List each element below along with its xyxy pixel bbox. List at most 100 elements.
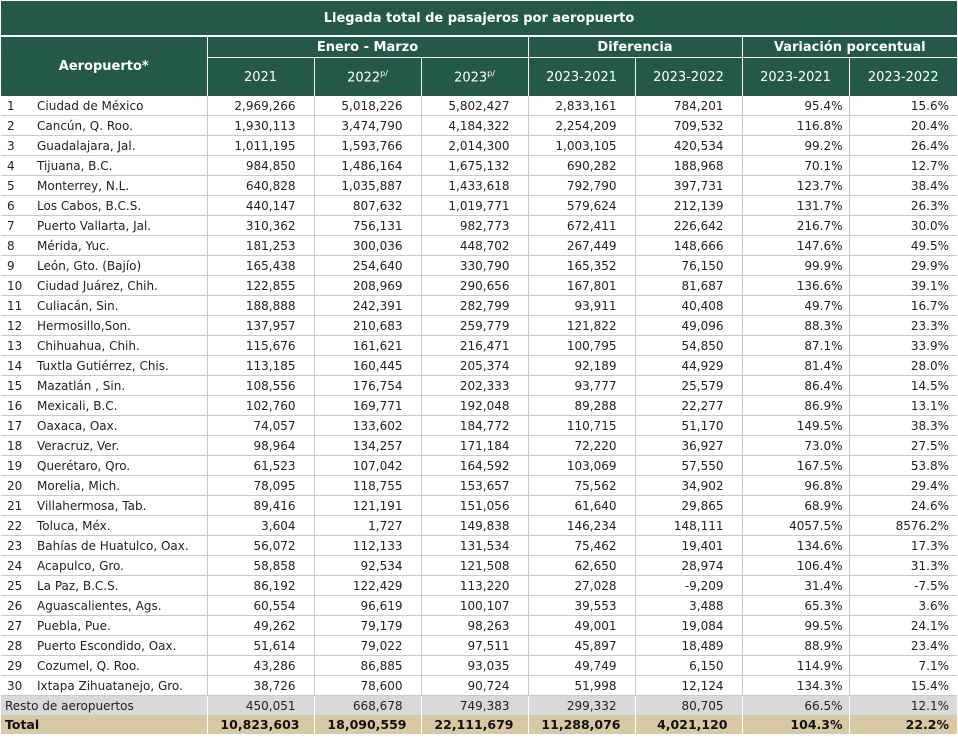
row-2023: 171,184 [420,435,528,456]
row-2023: 149,838 [420,515,528,536]
row-var-2023-2021: 73.0% [741,435,849,456]
row-var-2023-2021: 116.8% [741,115,849,136]
row-rank: 9 [1,255,35,276]
row-2021: 440,147 [206,195,314,216]
row-diff-2023-2021: 2,254,209 [527,115,635,136]
row-var-2023-2022: 53.8% [848,455,958,476]
row-2021: 78,095 [206,475,314,496]
row-diff-2023-2021: 267,449 [527,235,635,256]
row-2021: 98,964 [206,435,314,456]
resto-diff-2023-2022: 80,705 [634,695,742,715]
row-2022: 122,429 [313,575,421,596]
row-2023: 121,508 [420,555,528,576]
row-diff-2023-2021: 672,411 [527,215,635,236]
row-airport: Mérida, Yuc. [35,235,207,256]
row-var-2023-2022: 17.3% [848,535,958,556]
row-airport: Mexicali, B.C. [35,395,207,416]
row-var-2023-2022: 15.4% [848,675,958,696]
row-diff-2023-2022: 19,084 [634,615,742,636]
row-var-2023-2022: 28.0% [848,355,958,376]
row-rank: 29 [1,655,35,676]
row-2022: 78,600 [313,675,421,696]
total-label: Total [1,715,207,734]
row-diff-2023-2022: 40,408 [634,295,742,316]
row-var-2023-2022: 23.3% [848,315,958,336]
row-diff-2023-2021: 165,352 [527,255,635,276]
row-2023: 448,702 [420,235,528,256]
row-diff-2023-2021: 100,795 [527,335,635,356]
total-2021: 10,823,603 [206,715,314,734]
row-2022: 1,727 [313,515,421,536]
row-2022: 134,257 [313,435,421,456]
row-diff-2023-2021: 89,288 [527,395,635,416]
row-diff-2023-2022: 148,666 [634,235,742,256]
table-row: 5 Monterrey, N.L. 640,828 1,035,887 1,433,61… [1,175,958,196]
row-rank: 17 [1,415,35,436]
row-rank: 14 [1,355,35,376]
row-rank: 2 [1,115,35,136]
row-rank: 30 [1,675,35,696]
row-diff-2023-2022: 22,277 [634,395,742,416]
row-airport: Guadalajara, Jal. [35,135,207,156]
row-diff-2023-2022: 36,927 [634,435,742,456]
row-airport: Querétaro, Qro. [35,455,207,476]
row-rank: 15 [1,375,35,396]
row-diff-2023-2021: 93,777 [527,375,635,396]
header-diff-2023-2021: 2023-2021 [527,57,635,96]
row-airport: Bahías de Huatulco, Oax. [35,535,207,556]
row-diff-2023-2022: 49,096 [634,315,742,336]
row-2022: 5,018,226 [313,96,421,116]
table-row: 17 Oaxaca, Oax. 74,057 133,602 184,772 110,71… [1,415,958,436]
row-diff-2023-2021: 39,553 [527,595,635,616]
row-airport: Mazatlán , Sin. [35,375,207,396]
table-row: 19 Querétaro, Qro. 61,523 107,042 164,592 103… [1,455,958,476]
table-row: 10 Ciudad Juárez, Chih. 122,855 208,969 290,… [1,275,958,296]
row-diff-2023-2021: 49,749 [527,655,635,676]
table-row: 13 Chihuahua, Chih. 115,676 161,621 216,471 1… [1,335,958,356]
row-var-2023-2022: -7.5% [848,575,958,596]
table-row: 26 Aguascalientes, Ags. 60,554 96,619 100,10… [1,595,958,616]
total-row: Total 10,823,603 18,090,559 22,111,679 1… [1,715,958,734]
row-var-2023-2021: 99.9% [741,255,849,276]
row-diff-2023-2021: 103,069 [527,455,635,476]
row-diff-2023-2022: 29,865 [634,495,742,516]
row-airport: Tijuana, B.C. [35,155,207,176]
row-diff-2023-2022: 6,150 [634,655,742,676]
row-diff-2023-2022: 81,687 [634,275,742,296]
row-2022: 133,602 [313,415,421,436]
table-row: 11 Culiacán, Sin. 188,888 242,391 282,799 93,… [1,295,958,316]
row-diff-2023-2022: 19,401 [634,535,742,556]
row-diff-2023-2022: 51,170 [634,415,742,436]
header-var-2023-2021: 2023-2021 [741,57,849,96]
row-airport: Villahermosa, Tab. [35,495,207,516]
row-var-2023-2022: 16.7% [848,295,958,316]
row-var-2023-2021: 70.1% [741,155,849,176]
row-diff-2023-2022: 226,642 [634,215,742,236]
row-2023: 192,048 [420,395,528,416]
total-diff-2023-2021: 11,288,076 [527,715,635,734]
row-diff-2023-2021: 93,911 [527,295,635,316]
row-2022: 92,534 [313,555,421,576]
total-var-2023-2021: 104.3% [741,715,849,734]
row-rank: 22 [1,515,35,536]
total-2023: 22,111,679 [420,715,528,734]
row-airport: Tuxtla Gutiérrez, Chis. [35,355,207,376]
row-var-2023-2022: 38.3% [848,415,958,436]
row-rank: 16 [1,395,35,416]
row-2023: 1,433,618 [420,175,528,196]
row-rank: 18 [1,435,35,456]
row-var-2023-2021: 134.6% [741,535,849,556]
resto-2023: 749,383 [420,695,528,715]
row-diff-2023-2021: 62,650 [527,555,635,576]
row-rank: 8 [1,235,35,256]
row-2021: 188,888 [206,295,314,316]
row-diff-2023-2022: 76,150 [634,255,742,276]
row-diff-2023-2021: 61,640 [527,495,635,516]
row-2023: 202,333 [420,375,528,396]
row-rank: 27 [1,615,35,636]
row-2023: 2,014,300 [420,135,528,156]
row-var-2023-2022: 38.4% [848,175,958,196]
row-2021: 2,969,266 [206,96,314,116]
header-airport: Aeropuerto* [1,36,207,96]
row-var-2023-2021: 131.7% [741,195,849,216]
